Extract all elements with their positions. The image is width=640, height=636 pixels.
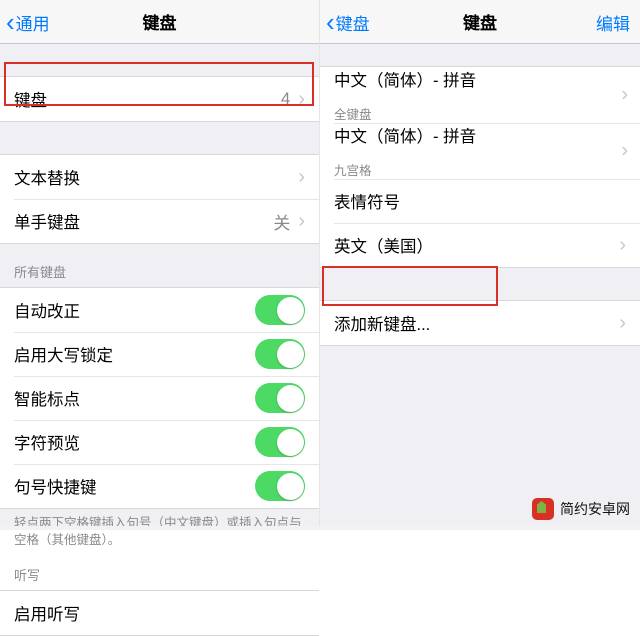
section-dictation: 听写 [0,565,319,590]
back-button-keyboard[interactable]: ‹ 键盘 [326,0,370,44]
chevron-left-icon: ‹ [6,0,15,44]
chevron-right-icon: › [298,166,305,189]
cell-caps-lock: 启用大写锁定 [0,332,319,376]
back-label: 通用 [16,10,50,35]
keyboard-item-pinyin-full[interactable]: 中文（简体）- 拼音 全键盘 › [320,67,640,123]
back-label: 键盘 [336,10,370,35]
switch-auto-correct[interactable] [255,295,305,325]
section-all-keyboards: 所有键盘 [0,244,319,287]
page-title-right: 键盘 [463,9,497,34]
cell-keyboards[interactable]: 键盘 4 › [0,77,319,121]
cell-auto-correct: 自动改正 [0,288,319,332]
edit-button[interactable]: 编辑 [596,0,630,44]
keyboards-count: 4 [281,89,290,109]
keyboard-item-pinyin-9grid[interactable]: 中文（简体）- 拼音 九宫格 › [320,123,640,179]
label-text-replace: 文本替换 [14,165,290,189]
cell-text-replace[interactable]: 文本替换 › [0,155,319,199]
label-one-hand: 单手键盘 [14,209,273,233]
chevron-right-icon: › [619,234,626,257]
cell-period-shortcut: 句号快捷键 [0,464,319,508]
switch-caps-lock[interactable] [255,339,305,369]
cell-char-preview: 字符预览 [0,420,319,464]
switch-char-preview[interactable] [255,427,305,457]
cell-dictation-on: 启用听写 [0,591,319,635]
back-button-general[interactable]: ‹ 通用 [6,0,50,44]
page-title-left: 键盘 [143,9,177,34]
footer-note: 轻点两下空格键插入句号（中文键盘）或插入句点与空格（其他键盘）。 [0,509,319,565]
cell-smart-punct: 智能标点 [0,376,319,420]
chevron-right-icon: › [621,84,628,107]
label-keyboards: 键盘 [14,87,281,111]
watermark: 简约安卓网 [532,498,630,520]
android-icon [532,498,554,520]
cell-add-keyboard[interactable]: 添加新键盘... › [320,301,640,345]
switch-smart-punct[interactable] [255,383,305,413]
chevron-right-icon: › [298,88,305,111]
chevron-right-icon: › [619,312,626,335]
cell-one-hand[interactable]: 单手键盘 关 › [0,199,319,243]
chevron-left-icon: ‹ [326,0,335,44]
one-hand-value: 关 [273,209,290,234]
switch-period-shortcut[interactable] [255,471,305,501]
keyboard-item-emoji[interactable]: 表情符号 [320,179,640,223]
watermark-text: 简约安卓网 [560,499,630,519]
keyboard-item-english-us[interactable]: 英文（美国） › [320,223,640,267]
chevron-right-icon: › [298,210,305,233]
chevron-right-icon: › [621,140,628,163]
